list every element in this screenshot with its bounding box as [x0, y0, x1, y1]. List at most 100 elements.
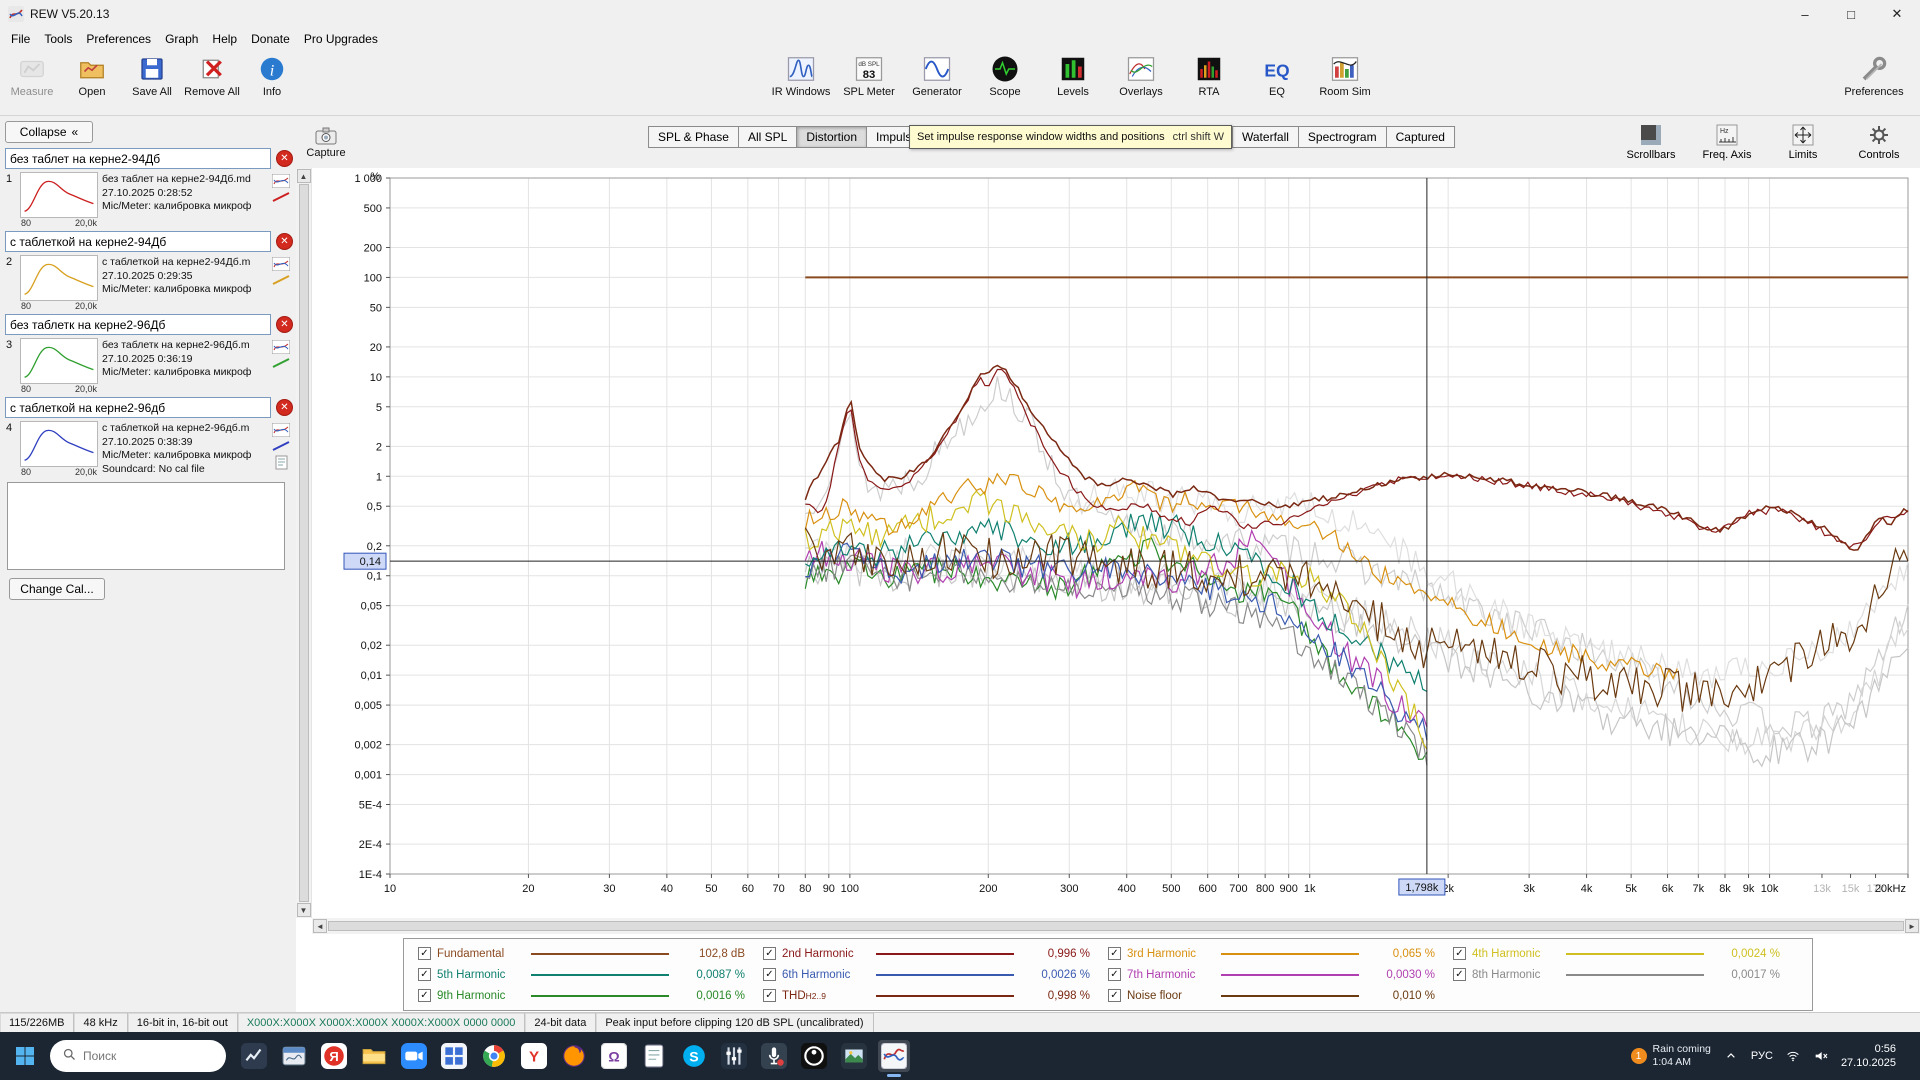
- app-icon-1[interactable]: [238, 1040, 270, 1072]
- svg-text:80: 80: [799, 883, 811, 895]
- toolbar-button-open[interactable]: Open: [62, 54, 122, 98]
- toolbar-button-info[interactable]: iInfo: [242, 54, 302, 98]
- graph-vertical-scrollbar[interactable]: ▲ ▼: [296, 168, 312, 918]
- close-button[interactable]: ✕: [1874, 0, 1920, 28]
- recorder-icon[interactable]: [758, 1040, 790, 1072]
- obs-icon[interactable]: [798, 1040, 830, 1072]
- menu-item-tools[interactable]: Tools: [37, 30, 79, 48]
- checkbox-checked-icon[interactable]: ✓: [763, 989, 776, 1002]
- start-button[interactable]: [8, 1039, 42, 1073]
- skype-icon[interactable]: S: [678, 1040, 710, 1072]
- chrome-icon[interactable]: [478, 1040, 510, 1072]
- measurement-thumbnail[interactable]: 8020,0k: [20, 255, 98, 311]
- delete-measurement-button[interactable]: ✕: [276, 150, 293, 167]
- checkbox-checked-icon[interactable]: ✓: [1108, 947, 1121, 960]
- measurement-thumbnail[interactable]: 8020,0k: [20, 172, 98, 228]
- maximize-button[interactable]: □: [1828, 0, 1874, 28]
- search-box[interactable]: [50, 1040, 226, 1072]
- checkbox-checked-icon[interactable]: ✓: [763, 968, 776, 981]
- firefox-icon[interactable]: [558, 1040, 590, 1072]
- delete-measurement-button[interactable]: ✕: [276, 233, 293, 250]
- weather-widget[interactable]: 1 Rain coming 1:04 AM: [1631, 1043, 1711, 1069]
- menu-item-graph[interactable]: Graph: [158, 30, 205, 48]
- audio-mixer-icon[interactable]: [718, 1040, 750, 1072]
- menu-item-file[interactable]: File: [4, 30, 37, 48]
- graph-button-freq-axis[interactable]: HzFreq. Axis: [1696, 123, 1758, 161]
- horizontal-scroll-thumb[interactable]: [328, 921, 1904, 931]
- toolbar-button-save-all[interactable]: Save All: [122, 54, 182, 98]
- volume-muted-icon[interactable]: [1813, 1048, 1829, 1064]
- scroll-down-icon[interactable]: ▼: [297, 903, 311, 917]
- toolbar-button-spl-meter[interactable]: dB SPL83SPL Meter: [839, 54, 899, 98]
- toolbar-button-remove-all[interactable]: Remove All: [182, 54, 242, 98]
- toolbar-button-label: Overlays: [1119, 86, 1162, 98]
- scroll-left-icon[interactable]: ◄: [313, 919, 327, 933]
- graph-button-limits[interactable]: Limits: [1772, 123, 1834, 161]
- toolbar-button-eq[interactable]: EQEQ: [1247, 54, 1307, 98]
- media-app-icon[interactable]: [838, 1040, 870, 1072]
- menu-item-help[interactable]: Help: [205, 30, 244, 48]
- toolbar-button-rta[interactable]: RTA: [1179, 54, 1239, 98]
- toolbar-button-overlays[interactable]: Overlays: [1111, 54, 1171, 98]
- graph-topbar: Capture SPL & PhaseAll SPLDistortionImpu…: [296, 116, 1920, 168]
- toolbar-button-levels[interactable]: Levels: [1043, 54, 1103, 98]
- menu-item-donate[interactable]: Donate: [244, 30, 297, 48]
- graph-button-scrollbars[interactable]: Scrollbars: [1620, 123, 1682, 161]
- checkbox-checked-icon[interactable]: ✓: [418, 968, 431, 981]
- checkbox-checked-icon[interactable]: ✓: [1108, 989, 1121, 1002]
- measurement-thumbnail[interactable]: 8020,0k: [20, 338, 98, 394]
- measurement-name-input[interactable]: [5, 148, 271, 169]
- toolbar-button-preferences[interactable]: Preferences: [1844, 54, 1904, 98]
- network-icon[interactable]: [1785, 1048, 1801, 1064]
- measurement-name-input[interactable]: [5, 314, 271, 335]
- capture-button[interactable]: Capture: [300, 126, 352, 159]
- menu-item-pro-upgrades[interactable]: Pro Upgrades: [297, 30, 385, 48]
- checkbox-checked-icon[interactable]: ✓: [1453, 947, 1466, 960]
- delete-measurement-button[interactable]: ✕: [276, 316, 293, 333]
- toolbar-button-ir-windows[interactable]: IR Windows: [771, 54, 831, 98]
- tab-captured[interactable]: Captured: [1387, 126, 1455, 148]
- scroll-up-icon[interactable]: ▲: [297, 169, 311, 183]
- video-app-icon[interactable]: [398, 1040, 430, 1072]
- checkbox-checked-icon[interactable]: ✓: [418, 947, 431, 960]
- yandex-browser-icon[interactable]: Я: [318, 1040, 350, 1072]
- vertical-scroll-thumb[interactable]: [299, 184, 309, 902]
- toolbar-button-scope[interactable]: Scope: [975, 54, 1035, 98]
- app-grid-icon[interactable]: [438, 1040, 470, 1072]
- tray-chevron-up-icon[interactable]: [1723, 1048, 1739, 1064]
- collapse-button[interactable]: Collapse «: [5, 121, 93, 143]
- checkbox-checked-icon[interactable]: ✓: [1453, 968, 1466, 981]
- tab-impulse[interactable]: Impulse: [867, 126, 913, 148]
- measurement-name-input[interactable]: [5, 231, 271, 252]
- language-indicator[interactable]: РУС: [1751, 1050, 1773, 1062]
- tab-distortion[interactable]: Distortion: [797, 126, 867, 148]
- tab-spectrogram[interactable]: Spectrogram: [1299, 126, 1387, 148]
- tab-all-spl[interactable]: All SPL: [739, 126, 797, 148]
- omega-app-icon[interactable]: Ω: [598, 1040, 630, 1072]
- checkbox-checked-icon[interactable]: ✓: [1108, 968, 1121, 981]
- legend-item-fundamental: ✓Fundamental102,8 dB: [418, 947, 763, 960]
- minimize-button[interactable]: –: [1782, 0, 1828, 28]
- rew-taskbar-icon[interactable]: [878, 1040, 910, 1072]
- app-icon-2[interactable]: [278, 1040, 310, 1072]
- tab-spl-phase[interactable]: SPL & Phase: [648, 126, 739, 148]
- checkbox-checked-icon[interactable]: ✓: [418, 989, 431, 1002]
- clock[interactable]: 0:56 27.10.2025: [1841, 1042, 1896, 1071]
- scroll-right-icon[interactable]: ►: [1905, 919, 1919, 933]
- distortion-chart[interactable]: %1 0005002001005020105210,50,20,10,050,0…: [312, 168, 1920, 918]
- checkbox-checked-icon[interactable]: ✓: [763, 947, 776, 960]
- measurement-name-input[interactable]: [5, 397, 271, 418]
- toolbar-button-room-sim[interactable]: Room Sim: [1315, 54, 1375, 98]
- yandex-icon[interactable]: Y: [518, 1040, 550, 1072]
- menu-item-preferences[interactable]: Preferences: [79, 30, 158, 48]
- search-input[interactable]: [83, 1049, 193, 1063]
- notes-icon[interactable]: [638, 1040, 670, 1072]
- measurement-thumbnail[interactable]: 8020,0k: [20, 421, 98, 477]
- change-cal-button[interactable]: Change Cal...: [9, 578, 105, 600]
- graph-button-controls[interactable]: Controls: [1848, 123, 1910, 161]
- tab-waterfall[interactable]: Waterfall: [1232, 126, 1299, 148]
- toolbar-button-generator[interactable]: Generator: [907, 54, 967, 98]
- file-explorer-icon[interactable]: [358, 1040, 390, 1072]
- graph-horizontal-scrollbar[interactable]: ◄ ►: [312, 918, 1920, 934]
- delete-measurement-button[interactable]: ✕: [276, 399, 293, 416]
